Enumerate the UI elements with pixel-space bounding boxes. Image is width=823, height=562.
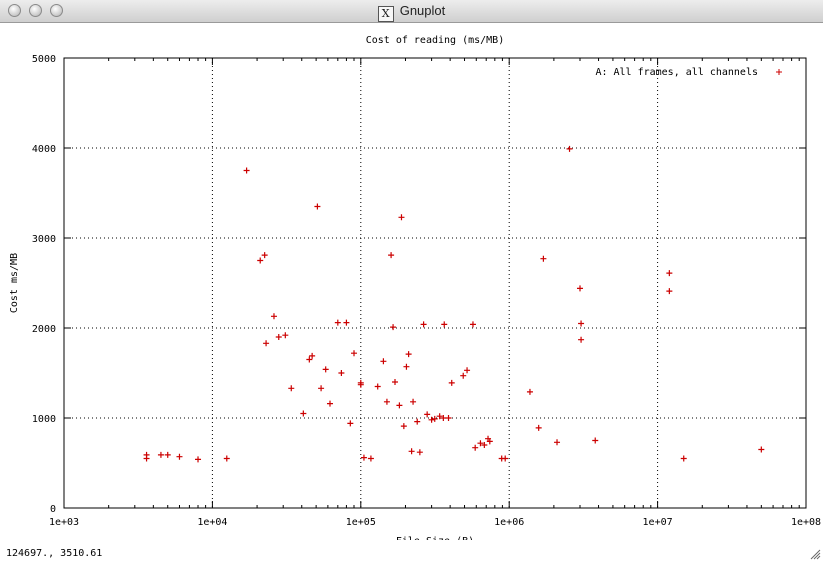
data-point [157,451,164,458]
data-point [680,455,687,462]
data-point [441,321,448,328]
data-point [460,372,467,379]
data-point [414,418,421,425]
x11-icon: X [377,6,394,22]
y-tick-label: 2000 [32,324,56,335]
data-point [405,351,412,358]
data-point [535,424,542,431]
window-title-group: X Gnuplot [0,3,823,22]
data-point [257,257,264,264]
data-point [592,437,599,444]
data-point [398,214,405,221]
data-point [526,388,533,395]
y-tick-label: 5000 [32,54,56,65]
chart-title: Cost of reading (ms/MB) [366,35,504,46]
data-point [428,416,435,423]
y-tick-label: 1000 [32,414,56,425]
data-point [666,288,673,295]
data-point [380,358,387,365]
y-tick-label: 4000 [32,144,56,155]
data-point [403,363,410,370]
legend-label: A: All frames, all channels [595,67,758,78]
data-point [577,285,584,292]
data-point [448,379,455,386]
data-point [223,455,230,462]
data-point [195,456,202,463]
data-point [374,383,381,390]
data-point [666,270,673,277]
y-tick-label: 0 [50,504,56,515]
data-point [502,455,509,462]
data-point [464,367,471,374]
x-tick-label: 1e+07 [643,517,673,528]
data-point [343,319,350,326]
data-point [347,420,354,427]
x-tick-label: 1e+06 [494,517,524,528]
data-point [270,313,277,320]
data-point [164,451,171,458]
data-point [408,448,415,455]
y-tick-label: 3000 [32,234,56,245]
x-tick-label: 1e+05 [346,517,376,528]
window-titlebar: X Gnuplot [0,0,823,23]
data-point [578,336,585,343]
data-point [472,444,479,451]
data-point [282,332,289,339]
data-point [424,411,431,418]
data-point [338,370,345,376]
legend-marker [776,69,782,75]
mouse-coordinates-readout: 124697., 3510.61 [6,548,103,559]
data-point [326,400,333,407]
data-point [176,453,183,460]
data-point [554,439,561,446]
data-point [566,145,573,152]
window-title: Gnuplot [399,3,446,18]
data-point [410,398,417,405]
data-point [445,415,452,421]
x-axis-label: File Size (B) [396,536,474,540]
data-point [540,255,547,262]
plot-frame [63,57,807,509]
resize-grip-icon[interactable] [809,548,821,560]
data-point [367,455,374,462]
data-point [275,334,282,340]
data-point [578,320,585,327]
data-point [758,446,765,453]
data-point [390,324,397,331]
data-point [383,398,390,405]
x-tick-label: 1e+04 [197,517,227,528]
data-point [396,402,403,409]
data-point [400,423,407,430]
data-point [318,385,325,392]
x-tick-label: 1e+08 [791,517,821,528]
data-point [322,366,329,373]
scatter-plot[interactable]: 1e+03 1e+04 1e+05 1e+06 1e+07 1e+08 0 1000 2000 3… [0,22,823,540]
data-point [420,321,427,328]
data-point [261,252,268,259]
data-point [416,449,423,456]
data-point [351,350,358,357]
data-point [360,454,367,461]
data-point [288,385,295,392]
x-tick-label: 1e+03 [49,517,79,528]
y-axis-label: Cost ms/MB [9,253,20,313]
data-point [263,340,270,347]
data-point [391,379,398,385]
data-point [306,356,313,363]
data-point [469,321,476,328]
data-point [143,455,150,462]
data-point [300,410,307,417]
data-point [243,167,250,174]
data-point [334,319,341,326]
data-point [309,352,316,359]
data-point [314,203,321,210]
data-point [388,252,395,259]
